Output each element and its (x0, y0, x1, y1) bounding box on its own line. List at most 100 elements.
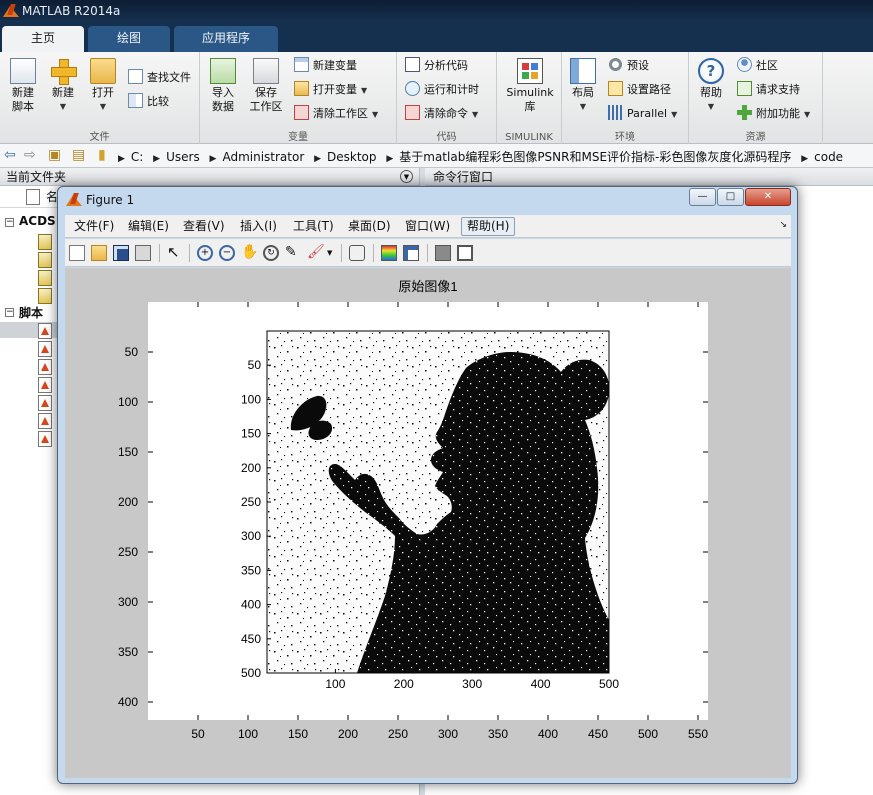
menu-insert[interactable]: 插入(I) (240, 218, 277, 235)
menu-edit[interactable]: 编辑(E) (128, 218, 169, 235)
breadcrumb-item[interactable]: 基于matlab编程彩色图像PSNR和MSE评价指标-彩色图像灰度化源码程序 (399, 150, 791, 164)
outer-x-tick-label: 200 (338, 727, 358, 741)
breadcrumb-item[interactable]: Users (166, 150, 200, 164)
run-and-time-button[interactable]: 运行和计时 (405, 80, 479, 100)
tree-folder-label[interactable]: ACDS (19, 214, 56, 228)
analyze-code-button[interactable]: 分析代码 (405, 56, 468, 76)
show-plot-tools-icon[interactable] (457, 245, 473, 261)
open-file-icon[interactable] (91, 245, 107, 261)
jpg-file-icon[interactable] (38, 252, 52, 268)
group-variable: 导入 数据 保存 工作区 新建变量 打开变量 ▼ 清除工作区 ▼ 变量 (200, 52, 397, 144)
tab-home[interactable]: 主页 (2, 26, 84, 52)
help-icon: ? (698, 58, 724, 84)
find-files-button[interactable]: 查找文件 (128, 68, 191, 88)
menu-help[interactable]: 帮助(H) (461, 217, 516, 236)
request-support-button[interactable]: 请求支持 (737, 80, 800, 100)
tab-plots[interactable]: 绘图 (88, 26, 170, 52)
import-data-button[interactable]: 导入 数据 (208, 58, 238, 114)
plus-icon (50, 58, 77, 85)
print-icon[interactable] (135, 245, 151, 261)
outer-y-tick-label: 300 (118, 595, 138, 609)
set-path-button[interactable]: 设置路径 (608, 80, 671, 100)
toolbar-separator (341, 244, 342, 262)
outer-y-tick-label: 200 (118, 495, 138, 509)
layout-button[interactable]: 布局 ▼ (568, 58, 598, 114)
group-label-variable: 变量 (288, 132, 308, 143)
minimize-button[interactable]: — (689, 188, 716, 206)
m-file-icon[interactable] (38, 395, 52, 411)
close-button[interactable]: ✕ (745, 188, 791, 206)
m-file-icon[interactable] (38, 431, 52, 447)
new-button[interactable]: 新建 ▼ (46, 58, 80, 114)
back-arrow-icon[interactable]: ⇦ (4, 147, 16, 163)
rotate-3d-icon[interactable]: ↻ (263, 245, 279, 261)
menu-file[interactable]: 文件(F) (74, 218, 114, 235)
figure-window: Figure 1 — □ ✕ 文件(F) 编辑(E) 查看(V) 插入(I) 工… (57, 186, 798, 784)
browse-folder-icon[interactable]: ▤ (72, 147, 85, 163)
menu-view[interactable]: 查看(V) (183, 218, 225, 235)
tab-apps[interactable]: 应用程序 (174, 26, 278, 52)
m-file-icon[interactable] (38, 323, 52, 339)
m-file-icon[interactable] (38, 377, 52, 393)
legend-icon[interactable] (403, 245, 419, 261)
simulink-library-button[interactable]: Simulink 库 (503, 58, 557, 114)
outer-x-tick-label: 500 (638, 727, 658, 741)
breadcrumb-separator-icon: ▶ (118, 154, 125, 164)
brush-icon[interactable]: 🖌 (307, 245, 325, 261)
new-variable-button[interactable]: 新建变量 (294, 56, 357, 76)
outer-y-tick-label: 350 (118, 645, 138, 659)
chevron-down-icon[interactable]: ▼ (327, 249, 332, 257)
chevron-down-icon: ▼ (361, 86, 368, 95)
inner-x-tick-label: 300 (462, 677, 482, 691)
new-script-button[interactable]: 新建 脚本 (6, 58, 40, 114)
data-cursor-icon[interactable]: ✎ (285, 245, 301, 261)
breadcrumb-item[interactable]: Desktop (327, 150, 377, 164)
zoom-out-icon[interactable]: − (219, 245, 235, 261)
maximize-button[interactable]: □ (717, 188, 744, 206)
jpg-file-icon[interactable] (38, 270, 52, 286)
breadcrumb-item[interactable]: code (814, 150, 843, 164)
community-button[interactable]: 社区 (737, 56, 778, 76)
inner-y-tick-label: 50 (248, 358, 262, 372)
figure-canvas: 原始图像1 50 100 150 200 250 300 350 400 450 500 550 50… (65, 268, 791, 778)
forward-arrow-icon[interactable]: ⇨ (24, 147, 36, 163)
clear-workspace-button[interactable]: 清除工作区 ▼ (294, 104, 378, 124)
breadcrumb-item[interactable]: Administrator (222, 150, 304, 164)
up-folder-icon[interactable]: ▣ (48, 147, 61, 163)
open-button[interactable]: 打开 ▼ (86, 58, 120, 114)
hide-plot-tools-icon[interactable] (435, 245, 451, 261)
m-file-icon[interactable] (38, 413, 52, 429)
tree-folder-label[interactable]: 脚本 (19, 304, 43, 321)
compare-button[interactable]: 比较 (128, 92, 169, 112)
m-file-icon[interactable] (38, 341, 52, 357)
jpg-file-icon[interactable] (38, 234, 52, 250)
panel-menu-icon[interactable]: ▼ (400, 170, 413, 183)
save-workspace-button[interactable]: 保存 工作区 (246, 58, 286, 114)
outer-x-tick-label: 350 (488, 727, 508, 741)
parallel-button[interactable]: Parallel ▼ (608, 104, 677, 124)
collapse-icon[interactable]: − (5, 308, 14, 317)
collapse-icon[interactable]: − (5, 218, 14, 227)
new-figure-icon[interactable] (69, 245, 85, 261)
colorbar-icon[interactable] (381, 245, 397, 261)
breadcrumb-separator-icon: ▶ (209, 154, 217, 164)
menu-tools[interactable]: 工具(T) (293, 218, 334, 235)
breadcrumb-item[interactable]: C: (131, 150, 143, 164)
menu-desktop[interactable]: 桌面(D) (348, 218, 391, 235)
dock-arrow-icon[interactable]: ↘ (779, 220, 787, 230)
pointer-icon[interactable]: ↖ (167, 245, 183, 261)
menu-window[interactable]: 窗口(W) (405, 218, 450, 235)
zoom-in-icon[interactable]: + (197, 245, 213, 261)
jpg-file-icon[interactable] (38, 288, 52, 304)
save-icon[interactable] (113, 245, 129, 261)
community-icon (737, 57, 752, 72)
help-button[interactable]: ? 帮助 ▼ (697, 58, 725, 114)
preferences-button[interactable]: 预设 (608, 56, 649, 76)
clear-commands-button[interactable]: 清除命令 ▼ (405, 104, 478, 124)
open-variable-button[interactable]: 打开变量 ▼ (294, 80, 367, 100)
pan-hand-icon[interactable]: ✋ (241, 245, 258, 261)
m-file-icon[interactable] (38, 359, 52, 375)
add-ons-button[interactable]: 附加功能 ▼ (737, 104, 810, 124)
link-plot-icon[interactable] (349, 245, 365, 261)
breadcrumb-separator-icon: ▶ (801, 154, 809, 164)
